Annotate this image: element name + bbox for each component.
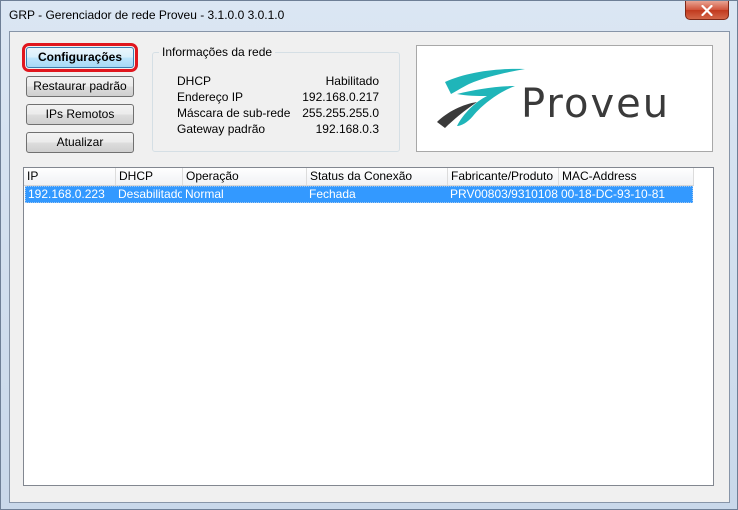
device-list[interactable]: IP DHCP Operação Status da Conexão Fabri… [23,167,714,486]
title-bar[interactable]: GRP - Gerenciador de rede Proveu - 3.1.0… [1,1,737,31]
ips-remotos-button[interactable]: IPs Remotos [26,104,134,125]
cell-mac-address: 00-18-DC-93-10-81 [561,187,666,201]
column-mac-address[interactable]: MAC-Address [559,168,694,185]
main-panel: Configurações Restaurar padrão IPs Remot… [9,31,730,503]
info-row-mask: Máscara de sub-rede 255.255.255.0 [177,106,379,122]
info-label: Endereço IP [177,90,244,104]
close-button[interactable] [685,1,729,20]
device-list-header: IP DHCP Operação Status da Conexão Fabri… [24,168,694,186]
atualizar-button[interactable]: Atualizar [26,132,134,153]
info-row-ip: Endereço IP 192.168.0.217 [177,90,379,106]
info-value: 192.168.0.3 [315,122,379,136]
app-window: GRP - Gerenciador de rede Proveu - 3.1.0… [0,0,738,510]
cell-operacao: Normal [185,187,224,201]
window-title: GRP - Gerenciador de rede Proveu - 3.1.0… [9,8,285,22]
cell-fabricante-produto: PRV00803/93101081 [450,187,558,201]
info-row-dhcp: DHCP Habilitado [177,74,379,90]
column-operacao[interactable]: Operação [183,168,307,185]
cell-status-conexao: Fechada [309,187,356,201]
info-value: 192.168.0.217 [302,90,379,104]
restaurar-padrao-button[interactable]: Restaurar padrão [26,76,134,97]
proveu-logo-icon: Proveu [437,68,670,128]
info-row-gateway: Gateway padrão 192.168.0.3 [177,122,379,138]
column-dhcp[interactable]: DHCP [116,168,183,185]
table-row[interactable]: 192.168.0.223 Desabilitado Normal Fechad… [25,186,693,203]
info-value: 255.255.255.0 [302,106,379,120]
info-label: Máscara de sub-rede [177,106,291,120]
column-fabricante-produto[interactable]: Fabricante/Produto [448,168,559,185]
network-info-group: Informações da rede DHCP Habilitado Ende… [152,45,400,152]
cell-ip: 192.168.0.223 [28,187,105,201]
proveu-logo-text: Proveu [521,81,670,127]
column-status-conexao[interactable]: Status da Conexão [307,168,448,185]
info-value: Habilitado [325,74,379,88]
cell-dhcp: Desabilitado [118,187,182,201]
close-icon [701,4,713,16]
configuracoes-button[interactable]: Configurações [22,43,138,72]
info-label: Gateway padrão [177,122,266,136]
proveu-logo: Proveu [416,45,713,152]
network-info-title: Informações da rede [159,45,276,59]
info-label: DHCP [177,74,212,88]
column-ip[interactable]: IP [24,168,116,185]
